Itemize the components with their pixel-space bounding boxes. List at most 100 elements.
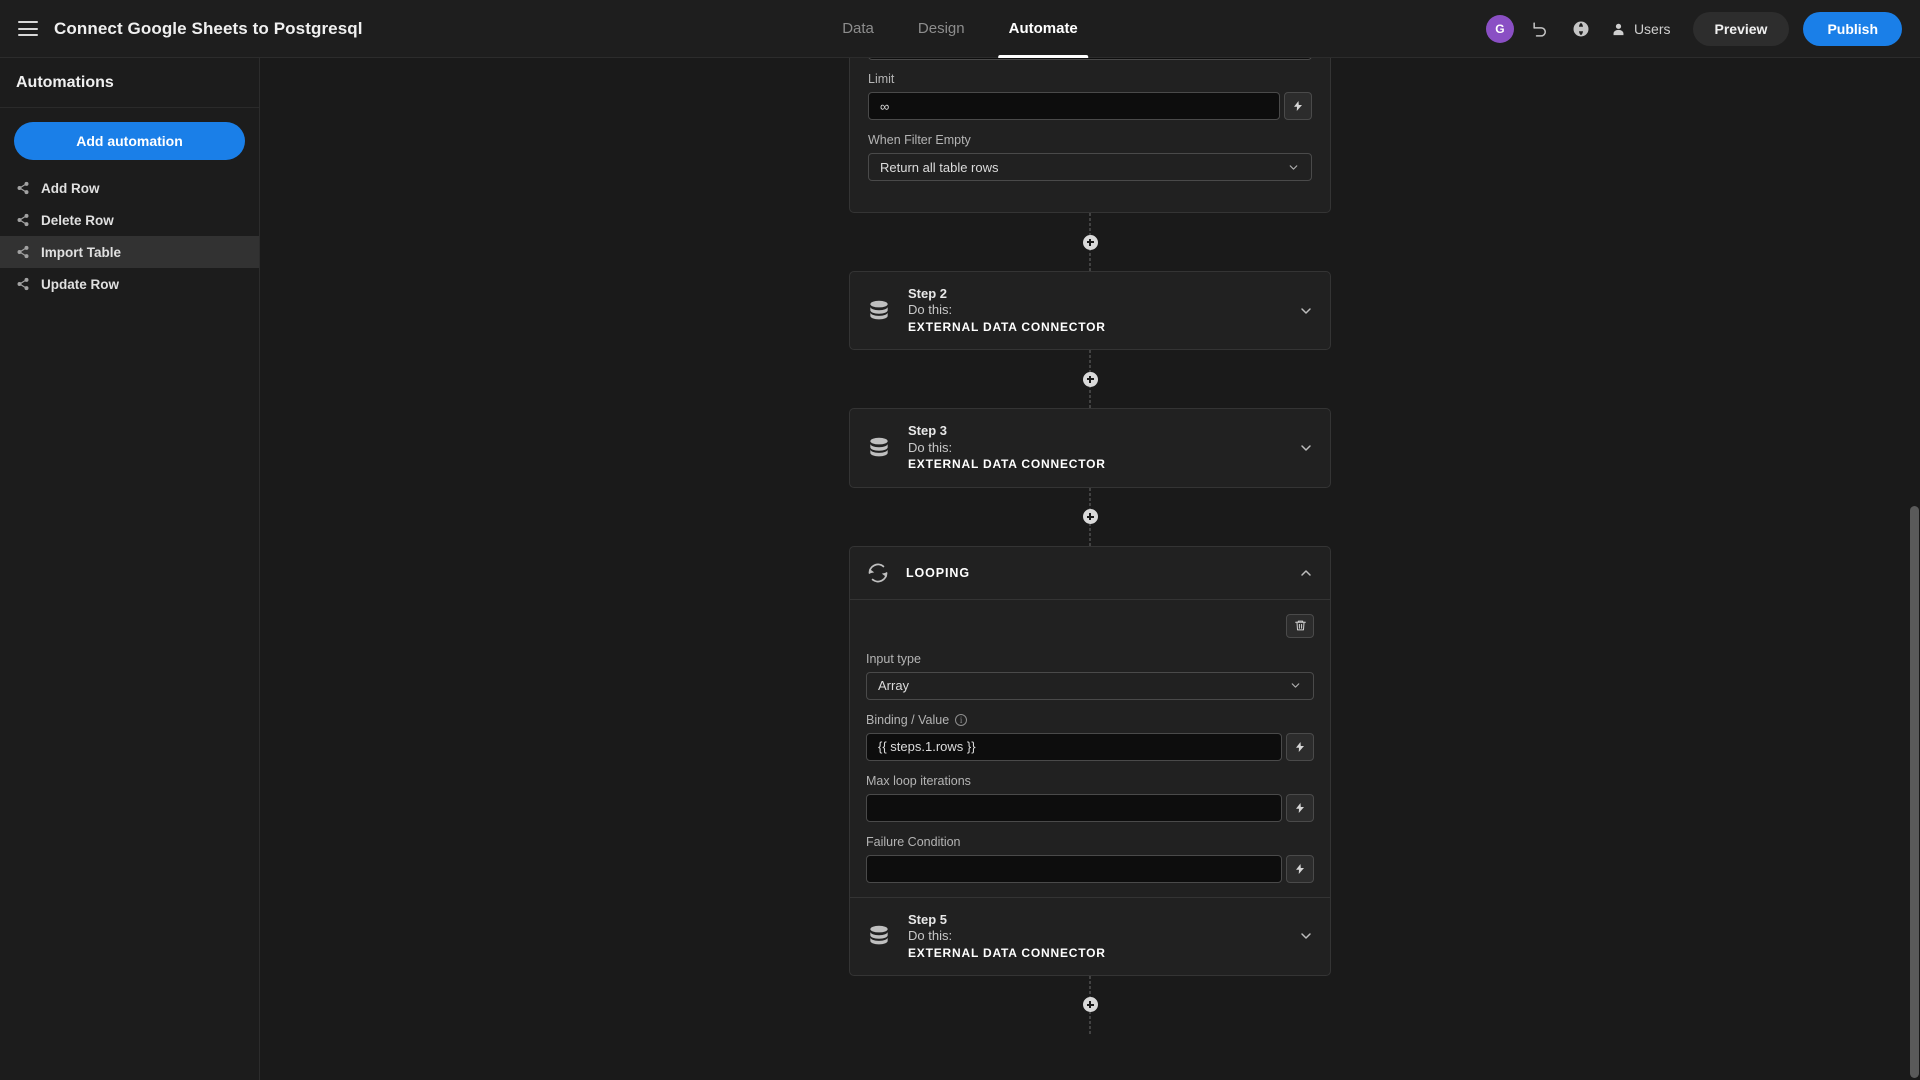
sidebar-heading: Automations xyxy=(0,58,259,108)
looping-toolbar xyxy=(866,613,1314,638)
chevron-down-icon[interactable] xyxy=(1298,440,1314,456)
chevron-down-icon[interactable] xyxy=(1298,303,1314,319)
canvas-scrollbar-thumb[interactable] xyxy=(1910,506,1919,1078)
sidebar-item-add-row[interactable]: Add Row xyxy=(0,172,259,204)
database-icon xyxy=(866,298,892,324)
publish-button[interactable]: Publish xyxy=(1803,12,1902,46)
share-nodes-icon xyxy=(16,277,30,291)
max-loop-iterations-input[interactable] xyxy=(866,793,1282,822)
chevron-down-icon xyxy=(1289,679,1302,692)
sidebar: Automations Add automation Add Row Delet… xyxy=(0,58,260,1080)
sidebar-item-update-row[interactable]: Update Row xyxy=(0,268,259,300)
share-nodes-icon xyxy=(16,181,30,195)
max-loop-iterations-row xyxy=(866,793,1314,822)
when-filter-empty-select[interactable]: Return all table rows xyxy=(868,153,1312,181)
users-icon xyxy=(1610,21,1627,38)
users-label: Users xyxy=(1633,21,1671,37)
flow-connector xyxy=(849,488,1331,546)
step-do-label: Do this: xyxy=(908,927,953,943)
failure-condition-row xyxy=(866,854,1314,883)
step-type: EXTERNAL DATA CONNECTOR xyxy=(908,320,1106,335)
add-automation-button[interactable]: Add automation xyxy=(14,122,245,160)
sidebar-item-delete-row[interactable]: Delete Row xyxy=(0,204,259,236)
max-loop-iterations-label: Max loop iterations xyxy=(866,773,971,788)
sidebar-item-label: Import Table xyxy=(41,244,122,260)
tab-data[interactable]: Data xyxy=(820,0,896,58)
hamburger-icon[interactable] xyxy=(18,21,38,36)
trash-icon[interactable] xyxy=(1286,613,1314,638)
automation-canvas: Limit ∞ When Filter Empty Return all tab… xyxy=(260,58,1920,1080)
step-name: Step 3 xyxy=(908,423,948,439)
looping-block: LOOPING Input type Array Binding / Value… xyxy=(849,545,1331,976)
sidebar-body: Add automation Add Row Delete Row Import… xyxy=(0,108,259,300)
canvas-scrollbar-track[interactable] xyxy=(1908,58,1920,1080)
step-card-text: Step 5 Do this: EXTERNAL DATA CONNECTOR xyxy=(908,912,1282,961)
info-icon[interactable]: i xyxy=(955,713,968,726)
database-icon xyxy=(866,435,892,461)
binding-value-input[interactable]: {{ steps.1.rows }} xyxy=(866,732,1282,761)
input-type-value: Array xyxy=(878,678,910,694)
top-bar-actions: G Users Preview Publish xyxy=(1485,0,1902,58)
loop-icon xyxy=(866,561,890,585)
top-tabs: Data Design Automate xyxy=(820,0,1100,58)
step-do-label: Do this: xyxy=(908,439,953,455)
step-card-step-5[interactable]: Step 5 Do this: EXTERNAL DATA CONNECTOR xyxy=(850,896,1330,975)
step-card-step-2[interactable]: Step 2 Do this: EXTERNAL DATA CONNECTOR xyxy=(849,271,1331,351)
flow-connector xyxy=(849,976,1331,1034)
lightning-bolt-icon[interactable] xyxy=(1286,854,1314,883)
tab-design[interactable]: Design xyxy=(896,0,987,58)
undo-icon[interactable] xyxy=(1528,16,1554,42)
step-card-text: Step 2 Do this: EXTERNAL DATA CONNECTOR xyxy=(908,286,1282,335)
input-type-label: Input type xyxy=(866,651,921,666)
step-card-text: Step 3 Do this: EXTERNAL DATA CONNECTOR xyxy=(908,423,1282,472)
plus-circle-icon[interactable] xyxy=(1082,371,1098,387)
chevron-down-icon[interactable] xyxy=(1298,928,1314,944)
top-bar: Connect Google Sheets to Postgresql Data… xyxy=(0,0,1920,58)
failure-condition-input[interactable] xyxy=(866,854,1282,883)
limit-label: Limit xyxy=(868,72,895,86)
step-do-label: Do this: xyxy=(908,302,953,318)
step-card-step-3[interactable]: Step 3 Do this: EXTERNAL DATA CONNECTOR xyxy=(849,408,1331,488)
binding-value-label: Binding / Value i xyxy=(866,713,1314,727)
sidebar-item-label: Delete Row xyxy=(41,212,114,228)
looping-body: Input type Array Binding / Value i {{ st… xyxy=(850,600,1330,897)
chevron-down-icon xyxy=(1287,161,1300,174)
tab-automate-label: Automate xyxy=(1008,20,1078,37)
chevron-up-icon[interactable] xyxy=(1298,565,1314,581)
step-card-partial: Limit ∞ When Filter Empty Return all tab… xyxy=(849,58,1331,213)
lightning-bolt-icon[interactable] xyxy=(1284,92,1312,120)
users-button[interactable]: Users xyxy=(1610,21,1671,38)
plus-circle-icon[interactable] xyxy=(1082,997,1098,1013)
looping-title: LOOPING xyxy=(906,565,970,580)
cut-off-input[interactable] xyxy=(868,58,1312,60)
tab-automate[interactable]: Automate xyxy=(987,0,1100,58)
automation-flow: Limit ∞ When Filter Empty Return all tab… xyxy=(849,58,1331,1034)
step-type: EXTERNAL DATA CONNECTOR xyxy=(908,945,1106,960)
sidebar-item-label: Add Row xyxy=(41,180,100,196)
limit-input[interactable]: ∞ xyxy=(868,92,1280,120)
limit-field-row: ∞ xyxy=(868,92,1312,120)
looping-header[interactable]: LOOPING xyxy=(850,547,1330,600)
binding-value-row: {{ steps.1.rows }} xyxy=(866,732,1314,761)
avatar[interactable]: G xyxy=(1485,15,1514,43)
step-name: Step 2 xyxy=(908,286,948,301)
sidebar-item-label: Update Row xyxy=(41,276,120,292)
when-filter-empty-label: When Filter Empty xyxy=(868,133,971,147)
tab-data-label: Data xyxy=(842,20,874,37)
step-type: EXTERNAL DATA CONNECTOR xyxy=(908,457,1106,472)
failure-condition-label: Failure Condition xyxy=(866,834,961,849)
lightning-bolt-icon[interactable] xyxy=(1286,732,1314,761)
database-icon xyxy=(866,923,892,949)
plus-circle-icon[interactable] xyxy=(1082,234,1098,250)
step-name: Step 5 xyxy=(908,911,948,927)
flow-connector xyxy=(849,350,1331,408)
share-nodes-icon xyxy=(16,245,30,259)
lightning-bolt-icon[interactable] xyxy=(1286,793,1314,822)
when-filter-empty-value: Return all table rows xyxy=(880,159,999,175)
globe-icon[interactable] xyxy=(1568,16,1594,42)
sidebar-item-import-table[interactable]: Import Table xyxy=(0,236,259,268)
preview-button[interactable]: Preview xyxy=(1692,12,1790,46)
plus-circle-icon[interactable] xyxy=(1082,509,1098,525)
input-type-select[interactable]: Array xyxy=(866,671,1314,700)
tab-design-label: Design xyxy=(917,20,965,37)
